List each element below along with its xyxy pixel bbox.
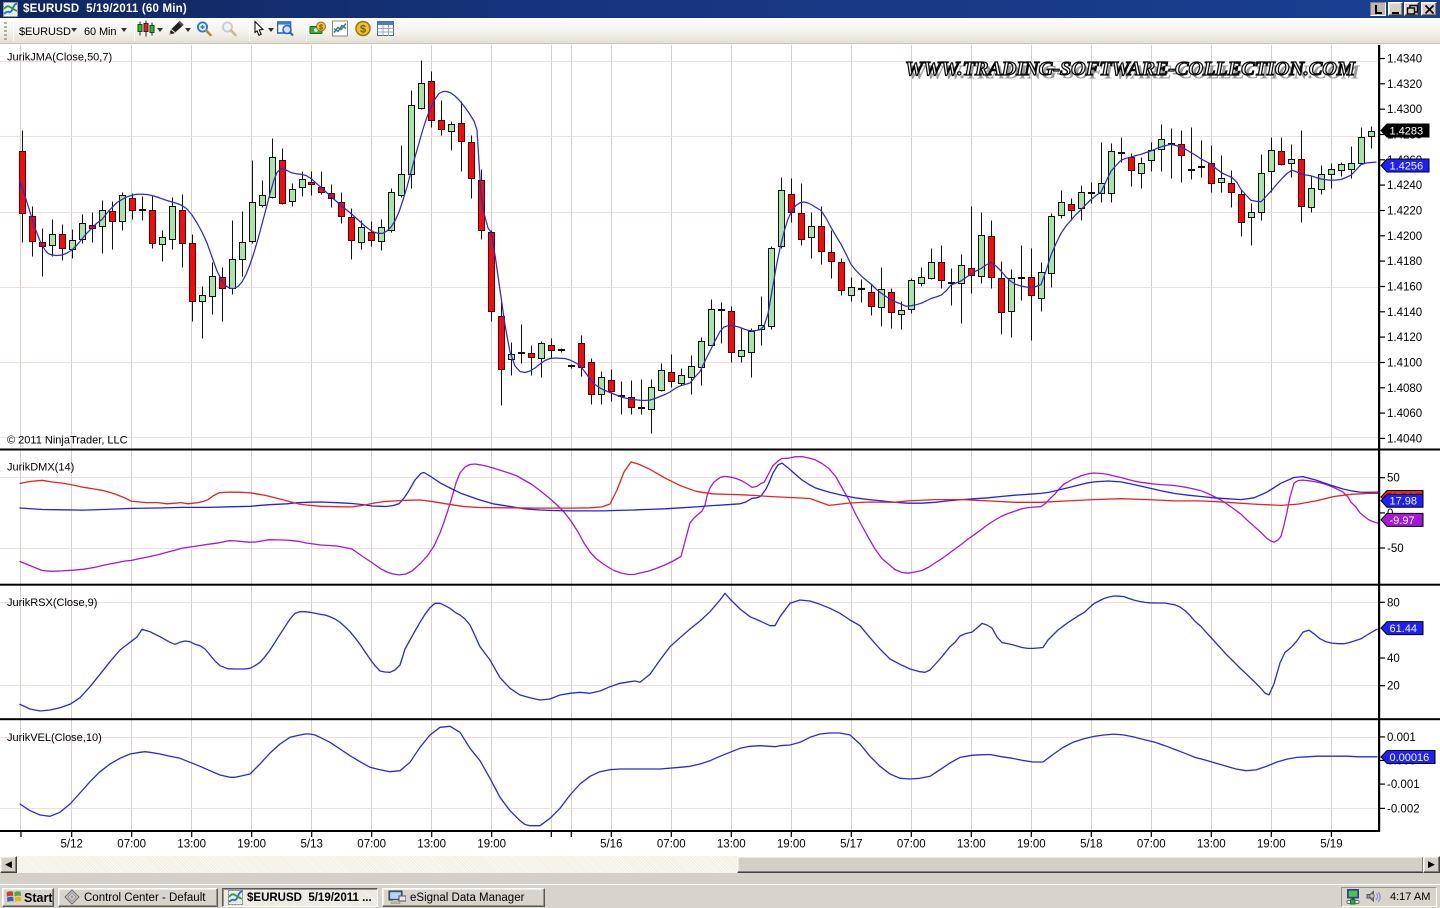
svg-text:07:00: 07:00 xyxy=(897,839,926,851)
svg-text:JurikDMX(14): JurikDMX(14) xyxy=(7,462,74,474)
svg-text:13:00: 13:00 xyxy=(957,839,986,851)
svg-text:WWW.TRADING-SOFTWARE-COLLECTIO: WWW.TRADING-SOFTWARE-COLLECTION.COM xyxy=(905,58,1356,80)
svg-text:19:00: 19:00 xyxy=(477,839,506,851)
svg-text:1.4320: 1.4320 xyxy=(1387,79,1422,91)
svg-text:19:00: 19:00 xyxy=(237,839,266,851)
svg-text:17.98: 17.98 xyxy=(1390,496,1418,508)
svg-text:1.4220: 1.4220 xyxy=(1387,206,1422,218)
svg-text:40: 40 xyxy=(1387,653,1400,665)
svg-text:1.4340: 1.4340 xyxy=(1387,54,1422,66)
svg-text:1.4240: 1.4240 xyxy=(1387,180,1422,192)
svg-text:1.4060: 1.4060 xyxy=(1387,408,1422,420)
svg-text:19:00: 19:00 xyxy=(777,839,806,851)
svg-text:20: 20 xyxy=(1387,681,1400,693)
svg-text:1.4140: 1.4140 xyxy=(1387,307,1422,319)
svg-text:1.4200: 1.4200 xyxy=(1387,231,1422,243)
svg-text:80: 80 xyxy=(1387,597,1400,609)
svg-text:5/13: 5/13 xyxy=(301,839,323,851)
svg-text:07:00: 07:00 xyxy=(357,839,386,851)
svg-text:1.4040: 1.4040 xyxy=(1387,433,1422,445)
svg-text:JurikJMA(Close,50,7): JurikJMA(Close,50,7) xyxy=(7,52,112,64)
svg-text:5/12: 5/12 xyxy=(61,839,83,851)
svg-text:0.001: 0.001 xyxy=(1387,732,1416,744)
svg-text:07:00: 07:00 xyxy=(117,839,146,851)
svg-text:5/19: 5/19 xyxy=(1320,839,1342,851)
svg-text:13:00: 13:00 xyxy=(1197,839,1226,851)
svg-text:0.00016: 0.00016 xyxy=(1390,752,1430,764)
svg-text:13:00: 13:00 xyxy=(717,839,746,851)
svg-text:1.4100: 1.4100 xyxy=(1387,358,1422,370)
svg-text:5/16: 5/16 xyxy=(600,839,622,851)
svg-text:JurikRSX(Close,9): JurikRSX(Close,9) xyxy=(7,597,97,609)
svg-text:1.4300: 1.4300 xyxy=(1387,104,1422,116)
svg-text:1.4160: 1.4160 xyxy=(1387,282,1422,294)
svg-text:13:00: 13:00 xyxy=(177,839,206,851)
svg-text:1.4120: 1.4120 xyxy=(1387,332,1422,344)
svg-text:50: 50 xyxy=(1387,473,1400,485)
svg-text:1.4180: 1.4180 xyxy=(1387,256,1422,268)
svg-text:13:00: 13:00 xyxy=(417,839,446,851)
svg-text:1.4256: 1.4256 xyxy=(1390,161,1424,173)
svg-text:1.4080: 1.4080 xyxy=(1387,383,1422,395)
svg-text:$: $ xyxy=(319,24,323,31)
svg-text:61.44: 61.44 xyxy=(1390,623,1418,635)
svg-text:-9.97: -9.97 xyxy=(1390,515,1415,527)
svg-text:-0.001: -0.001 xyxy=(1387,779,1420,791)
svg-text:-50: -50 xyxy=(1387,543,1404,555)
svg-text:© 2011 NinjaTrader, LLC: © 2011 NinjaTrader, LLC xyxy=(7,435,128,447)
svg-text:5/17: 5/17 xyxy=(840,839,862,851)
svg-text:07:00: 07:00 xyxy=(657,839,686,851)
svg-text:1.4283: 1.4283 xyxy=(1390,126,1424,138)
svg-text:$: $ xyxy=(360,23,366,35)
svg-text:19:00: 19:00 xyxy=(1257,839,1286,851)
svg-text:19:00: 19:00 xyxy=(1017,839,1046,851)
svg-text:-0.002: -0.002 xyxy=(1387,803,1420,815)
svg-text:5/18: 5/18 xyxy=(1080,839,1102,851)
svg-text:JurikVEL(Close,10): JurikVEL(Close,10) xyxy=(7,732,102,744)
svg-text:07:00: 07:00 xyxy=(1137,839,1166,851)
